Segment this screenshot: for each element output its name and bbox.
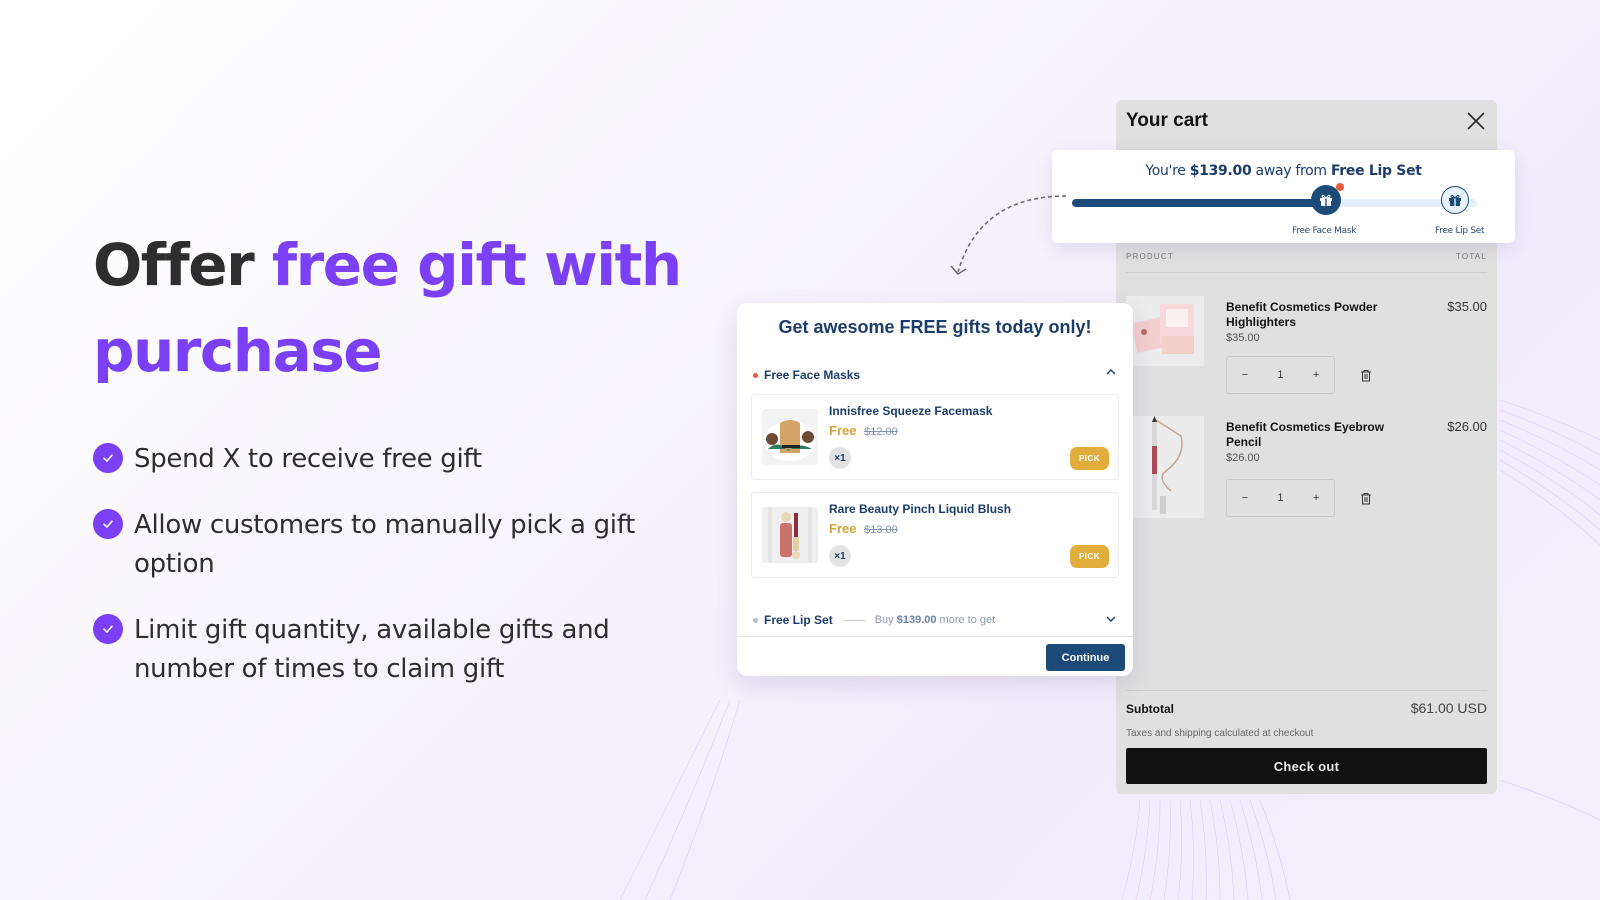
cart-title: Your cart (1126, 110, 1209, 131)
item-price: $26.00 (1226, 452, 1260, 464)
curved-arrow-icon (950, 195, 1067, 276)
item-total: $26.00 (1447, 419, 1487, 434)
gift-image-blush (762, 507, 818, 563)
gift-original-price: $13.00 (864, 524, 898, 536)
quantity-stepper[interactable]: − 1 + (1226, 356, 1335, 394)
feature-item: Spend X to receive free gift (93, 440, 673, 479)
pick-button[interactable]: PICK (1070, 447, 1109, 470)
popup-title: Get awesome FREE gifts today only! (778, 317, 1092, 337)
gift-card: Innisfree Squeeze Facemask Free $12.00 ×… (751, 394, 1119, 480)
milestone-free-lip-set[interactable] (1441, 186, 1469, 214)
chevron-up-icon[interactable] (1105, 366, 1117, 378)
progress-track (1072, 199, 1477, 207)
progress-msg-mid: away from (1255, 163, 1328, 179)
gift-quantity-badge: ×1 (829, 545, 851, 567)
status-dot (753, 372, 758, 378)
hero: Offer free gift with purchase (93, 222, 693, 394)
hero-title-prefix: Offer (93, 231, 255, 299)
unlock-hint: Buy $139.00 more to get (875, 614, 996, 626)
progress-amount: $139.00 (1189, 163, 1252, 179)
item-name[interactable]: Benefit Cosmetics Powder Highlighters (1226, 300, 1406, 330)
trash-icon[interactable] (1360, 492, 1372, 505)
gift-image-facemask (762, 409, 818, 465)
gift-price: Free $12.00 (829, 423, 898, 438)
checkout-button[interactable]: Check out (1126, 748, 1487, 784)
check-circle-icon (93, 443, 123, 473)
divider (1126, 690, 1487, 691)
subtotal-value: $61.00 USD (1410, 700, 1487, 716)
gift-progress-card: You're $139.00 away from Free Lip Set Fr… (1052, 150, 1515, 243)
gift-quantity-badge: ×1 (829, 447, 851, 469)
gift-card: Rare Beauty Pinch Liquid Blush Free $13.… (751, 492, 1119, 578)
decrement-button[interactable]: − (1242, 369, 1248, 381)
check-circle-icon (93, 614, 123, 644)
decrement-button[interactable]: − (1242, 492, 1248, 504)
column-header-total: TOTAL (1455, 252, 1487, 261)
progress-target: Free Lip Set (1330, 163, 1422, 179)
trash-icon[interactable] (1360, 369, 1372, 382)
chevron-down-icon[interactable] (1105, 613, 1117, 625)
progress-fill (1072, 199, 1320, 207)
hero-title: Offer free gift with purchase (93, 222, 693, 394)
hint-amount: $139.00 (896, 614, 937, 626)
quantity-stepper[interactable]: − 1 + (1226, 479, 1335, 517)
status-dot (753, 617, 758, 623)
gift-original-price: $12.00 (864, 426, 898, 438)
increment-button[interactable]: + (1313, 492, 1319, 504)
gift-picker-popup: Get awesome FREE gifts today only! Free … (737, 303, 1133, 676)
product-image-eyebrow-pencil[interactable] (1126, 416, 1204, 518)
close-icon[interactable] (1465, 110, 1487, 132)
gift-group-header[interactable]: Free Lip Set Buy $139.00 more to get (753, 613, 1117, 627)
feature-text: Limit gift quantity, available gifts and… (134, 615, 610, 684)
continue-button[interactable]: Continue (1046, 644, 1125, 671)
gift-group-name: Free Face Masks (764, 368, 861, 382)
gift-free-label: Free (829, 521, 857, 536)
tax-note: Taxes and shipping calculated at checkou… (1126, 728, 1314, 739)
notification-dot (1336, 183, 1344, 191)
cart-item: Benefit Cosmetics Powder Highlighters $3… (1126, 296, 1487, 406)
feature-text: Spend X to receive free gift (134, 444, 482, 474)
cart-item: Benefit Cosmetics Eyebrow Pencil $26.00 … (1126, 416, 1487, 526)
gift-price: Free $13.00 (829, 521, 898, 536)
feature-item: Allow customers to manually pick a gift … (93, 506, 673, 584)
milestone-label: Free Lip Set (1435, 226, 1485, 236)
feature-item: Limit gift quantity, available gifts and… (93, 611, 673, 689)
separator-line (842, 619, 865, 621)
gift-group-name: Free Lip Set (764, 613, 833, 627)
hint-prefix: Buy (874, 614, 894, 626)
item-price: $35.00 (1226, 332, 1260, 344)
gift-icon (1320, 194, 1332, 206)
milestone-label: Free Face Mask (1292, 226, 1357, 236)
check-circle-icon (93, 509, 123, 539)
quantity-value[interactable]: 1 (1277, 369, 1283, 381)
product-image-highlighter[interactable] (1126, 296, 1204, 366)
quantity-value[interactable]: 1 (1277, 492, 1283, 504)
column-header-product: PRODUCT (1126, 252, 1174, 261)
pick-button[interactable]: PICK (1070, 545, 1109, 568)
feature-text: Allow customers to manually pick a gift … (134, 510, 635, 579)
gift-name: Innisfree Squeeze Facemask (829, 404, 993, 418)
gift-group-header[interactable]: Free Face Masks (753, 368, 1117, 382)
increment-button[interactable]: + (1313, 369, 1319, 381)
feature-list: Spend X to receive free gift Allow custo… (93, 440, 673, 716)
divider (1126, 272, 1487, 273)
progress-msg-prefix: You're (1145, 163, 1186, 179)
subtotal-label: Subtotal (1126, 702, 1174, 716)
item-total: $35.00 (1447, 299, 1487, 314)
divider (737, 636, 1133, 637)
milestone-free-face-mask[interactable] (1311, 183, 1344, 215)
gift-free-label: Free (829, 423, 857, 438)
gift-name: Rare Beauty Pinch Liquid Blush (829, 502, 1012, 516)
gift-icon (1449, 194, 1461, 206)
item-name[interactable]: Benefit Cosmetics Eyebrow Pencil (1226, 420, 1406, 450)
progress-message: You're $139.00 away from Free Lip Set (1052, 163, 1515, 179)
hint-suffix: more to get (939, 614, 996, 626)
